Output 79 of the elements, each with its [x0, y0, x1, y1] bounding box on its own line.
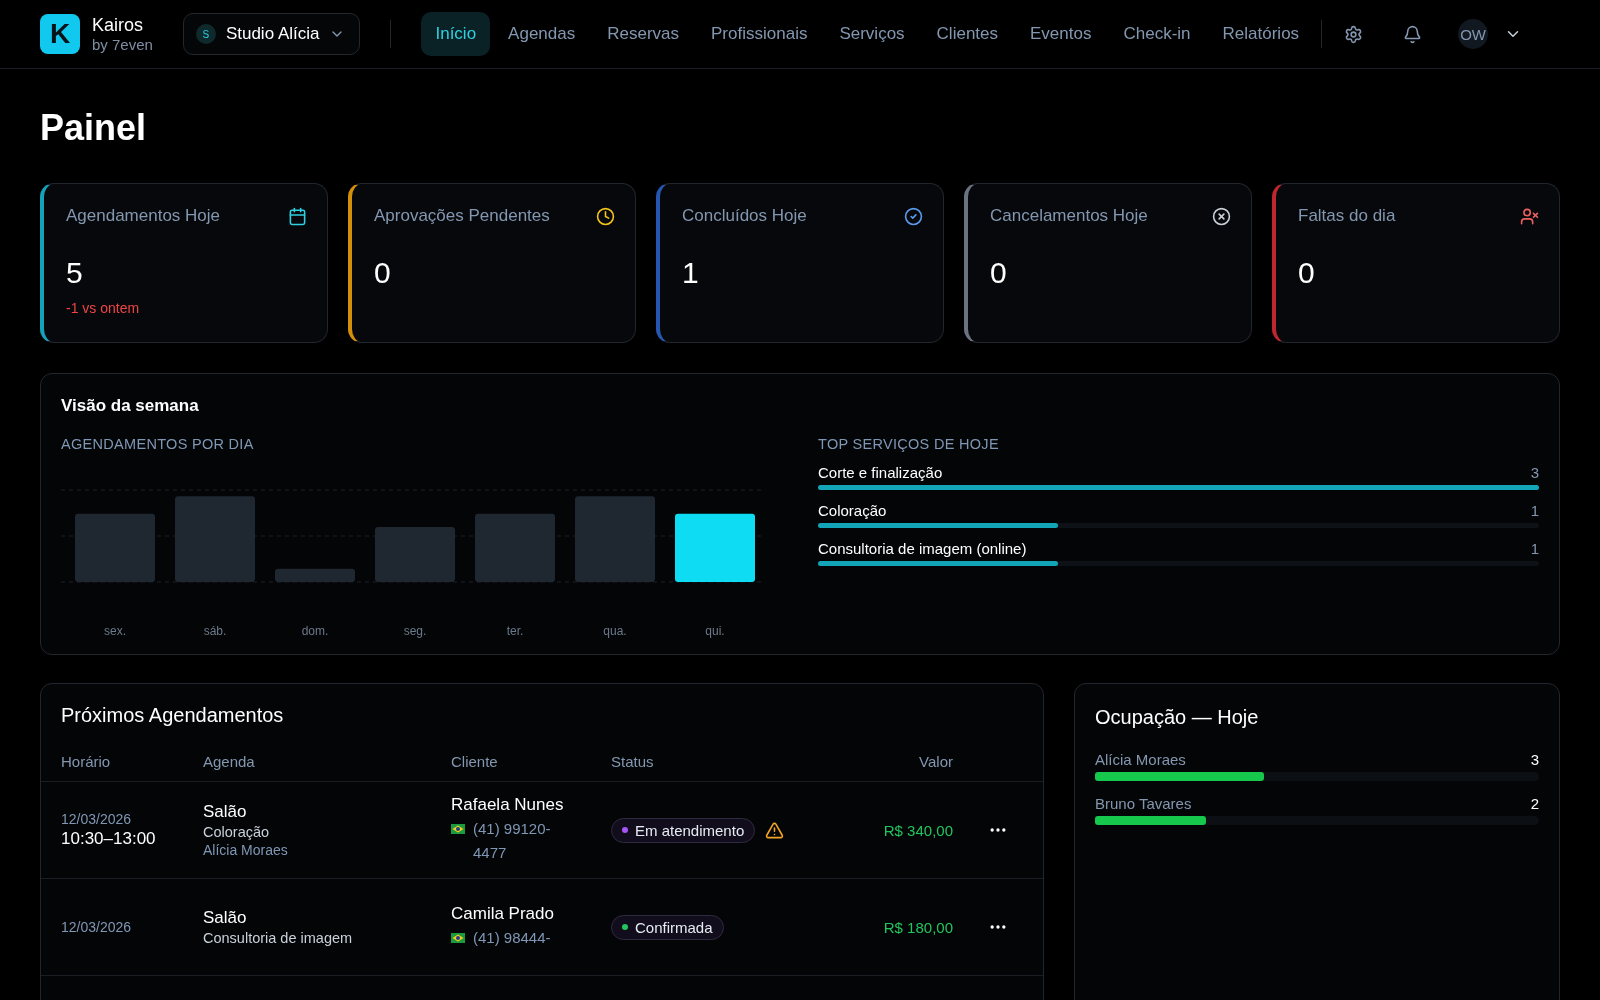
- appointment-value: R$ 180,00: [882, 918, 953, 936]
- agenda-name: Salão: [203, 802, 248, 822]
- stat-value: 0: [990, 256, 1008, 290]
- nav-tab[interactable]: Eventos: [1016, 12, 1106, 56]
- section-title: TOP SERVIÇOS DE HOJE: [818, 436, 1000, 452]
- status-badge: Confirmada: [611, 914, 724, 940]
- day-label: dom.: [300, 624, 330, 638]
- service-name: Consultoria de imagem (online): [818, 540, 1027, 557]
- day-label: qui.: [704, 624, 726, 638]
- column-header: Status: [611, 752, 655, 770]
- service-name: Coloração: [818, 502, 887, 519]
- column-header: Cliente: [451, 752, 499, 770]
- day-label: seg.: [402, 624, 428, 638]
- nav-tab[interactable]: Serviços: [825, 12, 919, 56]
- flag-icon: [451, 933, 465, 943]
- agenda-name: Salão: [203, 908, 248, 928]
- professional-name: Alícia Moraes: [203, 842, 289, 858]
- occupancy-count: 3: [1530, 751, 1539, 768]
- appointment-time: 10:30–13:00: [61, 829, 157, 849]
- service-name: Consultoria de imagem: [203, 930, 354, 946]
- professional-name: Alícia Moraes: [1095, 751, 1186, 768]
- service-name: Coloração: [203, 824, 271, 840]
- day-label: qua.: [602, 624, 628, 638]
- app-name: Kairos: [92, 15, 145, 36]
- app-byline: by 7even: [92, 36, 153, 53]
- column-header: Agenda: [203, 752, 256, 770]
- nav-tab[interactable]: Relatórios: [1208, 12, 1314, 56]
- stat-value: 5: [66, 256, 84, 290]
- nav-tab[interactable]: Início: [421, 12, 491, 56]
- professional-name: Bruno Tavares: [1095, 795, 1192, 812]
- panel-title: Ocupação — Hoje: [1095, 705, 1260, 730]
- panel-title: Visão da semana: [61, 396, 200, 416]
- occupancy-count: 2: [1530, 795, 1539, 812]
- appointment-date: 12/03/2026: [61, 919, 133, 935]
- stat-label: Agendamentos Hoje: [66, 206, 221, 226]
- appointment-date: 12/03/2026: [61, 811, 133, 827]
- client-phone: (41) 99120-4477: [473, 819, 552, 863]
- workspace-selector[interactable]: S Studio Alícia: [182, 13, 361, 55]
- client-name: Camila Prado: [451, 904, 555, 924]
- nav-tab[interactable]: Clientes: [922, 12, 1012, 56]
- stat-label: Faltas do dia: [1298, 206, 1396, 226]
- client-name: Rafaela Nunes: [451, 795, 565, 815]
- service-count: 1: [1530, 540, 1539, 557]
- stat-label: Aprovações Pendentes: [374, 206, 550, 226]
- nav-tab[interactable]: Reservas: [593, 12, 694, 56]
- panel-title: Próximos Agendamentos: [60, 703, 285, 728]
- stat-delta: -1 vs ontem: [66, 300, 141, 316]
- day-label: ter.: [505, 624, 525, 638]
- appointment-row[interactable]: 12/03/2026 10:30–13:00 Salão Coloração Alícia Moraes Rafaela Nunes (41) 99120-4477 Em atendimento R$ 340,00: [41, 782, 1043, 879]
- user-avatar[interactable]: OW: [1458, 19, 1489, 49]
- user-x-icon: [1520, 206, 1539, 226]
- column-header: Horário: [61, 752, 112, 770]
- day-label: sex.: [103, 624, 127, 638]
- chart-title: AGENDAMENTOS POR DIA: [61, 436, 255, 452]
- stat-value: 0: [374, 256, 392, 290]
- stat-value: 1: [682, 256, 700, 290]
- day-label: sáb.: [202, 624, 228, 638]
- status-badge: Em atendimento: [611, 817, 756, 843]
- app-logo[interactable]: K: [40, 14, 80, 54]
- calendar-icon: [288, 206, 307, 226]
- stat-label: Concluídos Hoje: [682, 206, 807, 226]
- service-name: Corte e finalização: [818, 464, 943, 481]
- clock-icon: [596, 206, 615, 226]
- client-phone: (41) 98444-: [473, 928, 552, 948]
- flag-icon: [451, 824, 465, 834]
- check-circle-icon: [904, 206, 923, 226]
- page-title: Painel: [40, 107, 148, 149]
- service-count: 1: [1530, 502, 1539, 519]
- nav-tab[interactable]: Agendas: [494, 12, 590, 56]
- appointment-value: R$ 340,00: [882, 821, 953, 839]
- stat-value: 0: [1298, 256, 1316, 290]
- x-circle-icon: [1212, 206, 1231, 226]
- appointment-row[interactable]: 12/03/2026 Salão Consultoria de imagem Camila Prado (41) 98444- Confirmada R$ 180,00: [41, 879, 1043, 976]
- nav-tab[interactable]: Profissionais: [697, 12, 822, 56]
- workspace-avatar: S: [195, 24, 216, 44]
- stat-label: Cancelamentos Hoje: [990, 206, 1148, 226]
- column-header: Valor: [918, 752, 953, 770]
- service-count: 3: [1530, 464, 1539, 481]
- nav-tab[interactable]: Check-in: [1109, 12, 1205, 56]
